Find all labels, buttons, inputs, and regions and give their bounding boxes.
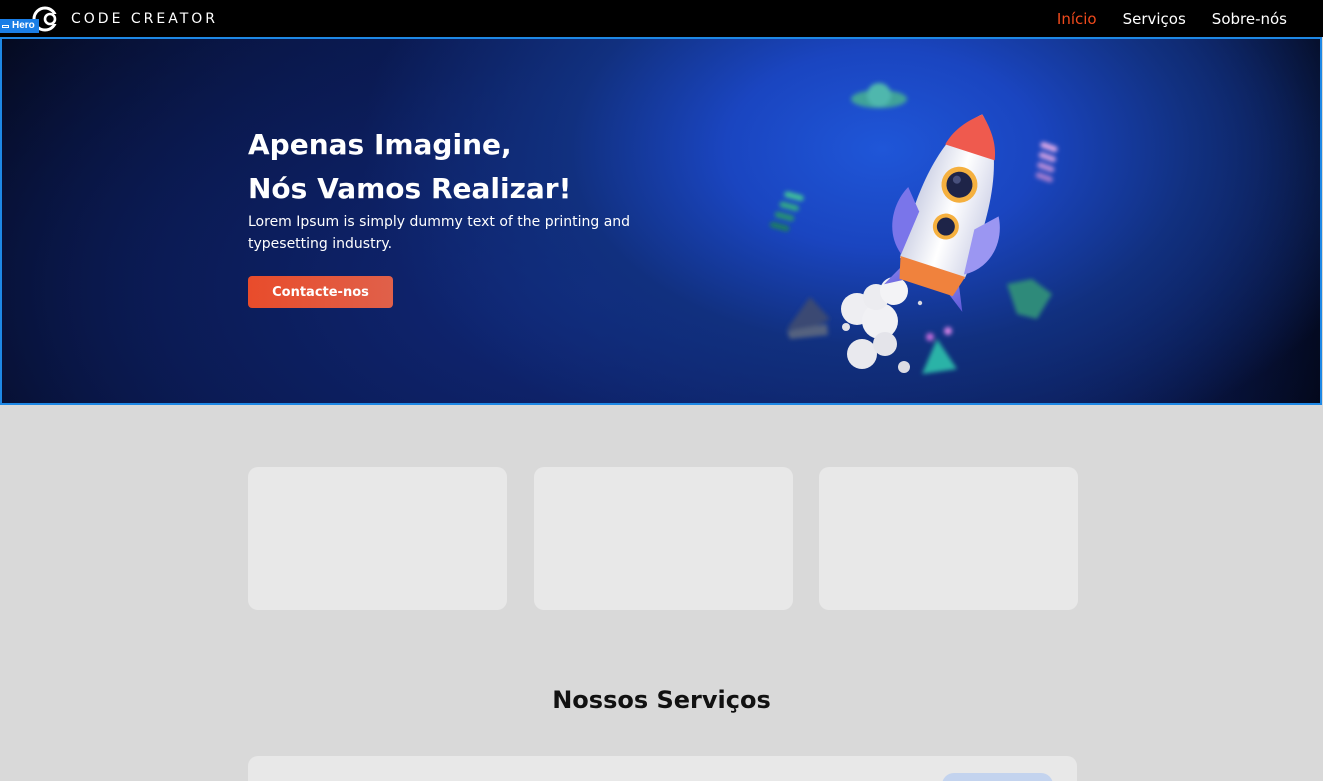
service-panel — [248, 756, 1077, 781]
hero-title-line-2: Nós Vamos Realizar! — [248, 172, 572, 205]
service-panel-chip[interactable] — [942, 773, 1053, 781]
section-icon — [2, 24, 9, 28]
hero-description: Lorem Ipsum is simply dummy text of the … — [248, 214, 631, 252]
nav-link-servicos[interactable]: Serviços — [1123, 10, 1186, 28]
feature-card-3 — [819, 467, 1078, 610]
feature-card-1 — [248, 467, 507, 610]
nav-link-inicio[interactable]: Início — [1057, 10, 1097, 28]
rocket-illustration — [769, 83, 1058, 374]
contact-button[interactable]: Contacte-nos — [248, 276, 393, 308]
brand-logo[interactable]: CODE CREATOR — [32, 6, 218, 32]
feature-card-2 — [534, 467, 793, 610]
editor-selection-tag[interactable]: Hero — [0, 19, 39, 33]
navbar: CODE CREATOR Início Serviços Sobre-nós — [0, 0, 1323, 37]
brand-name: CODE CREATOR — [71, 11, 219, 27]
nav-link-sobre-nos[interactable]: Sobre-nós — [1212, 10, 1287, 28]
main-nav: Início Serviços Sobre-nós — [1057, 10, 1287, 28]
hero-title-line-1: Apenas Imagine, — [248, 128, 512, 161]
services-title: Nossos Serviços — [552, 686, 771, 714]
hero-title: Apenas Imagine, Nós Vamos Realizar! — [248, 123, 571, 211]
editor-selection-label: Hero — [12, 20, 35, 31]
hero-section[interactable]: Apenas Imagine, Nós Vamos Realizar! Lore… — [0, 37, 1322, 405]
